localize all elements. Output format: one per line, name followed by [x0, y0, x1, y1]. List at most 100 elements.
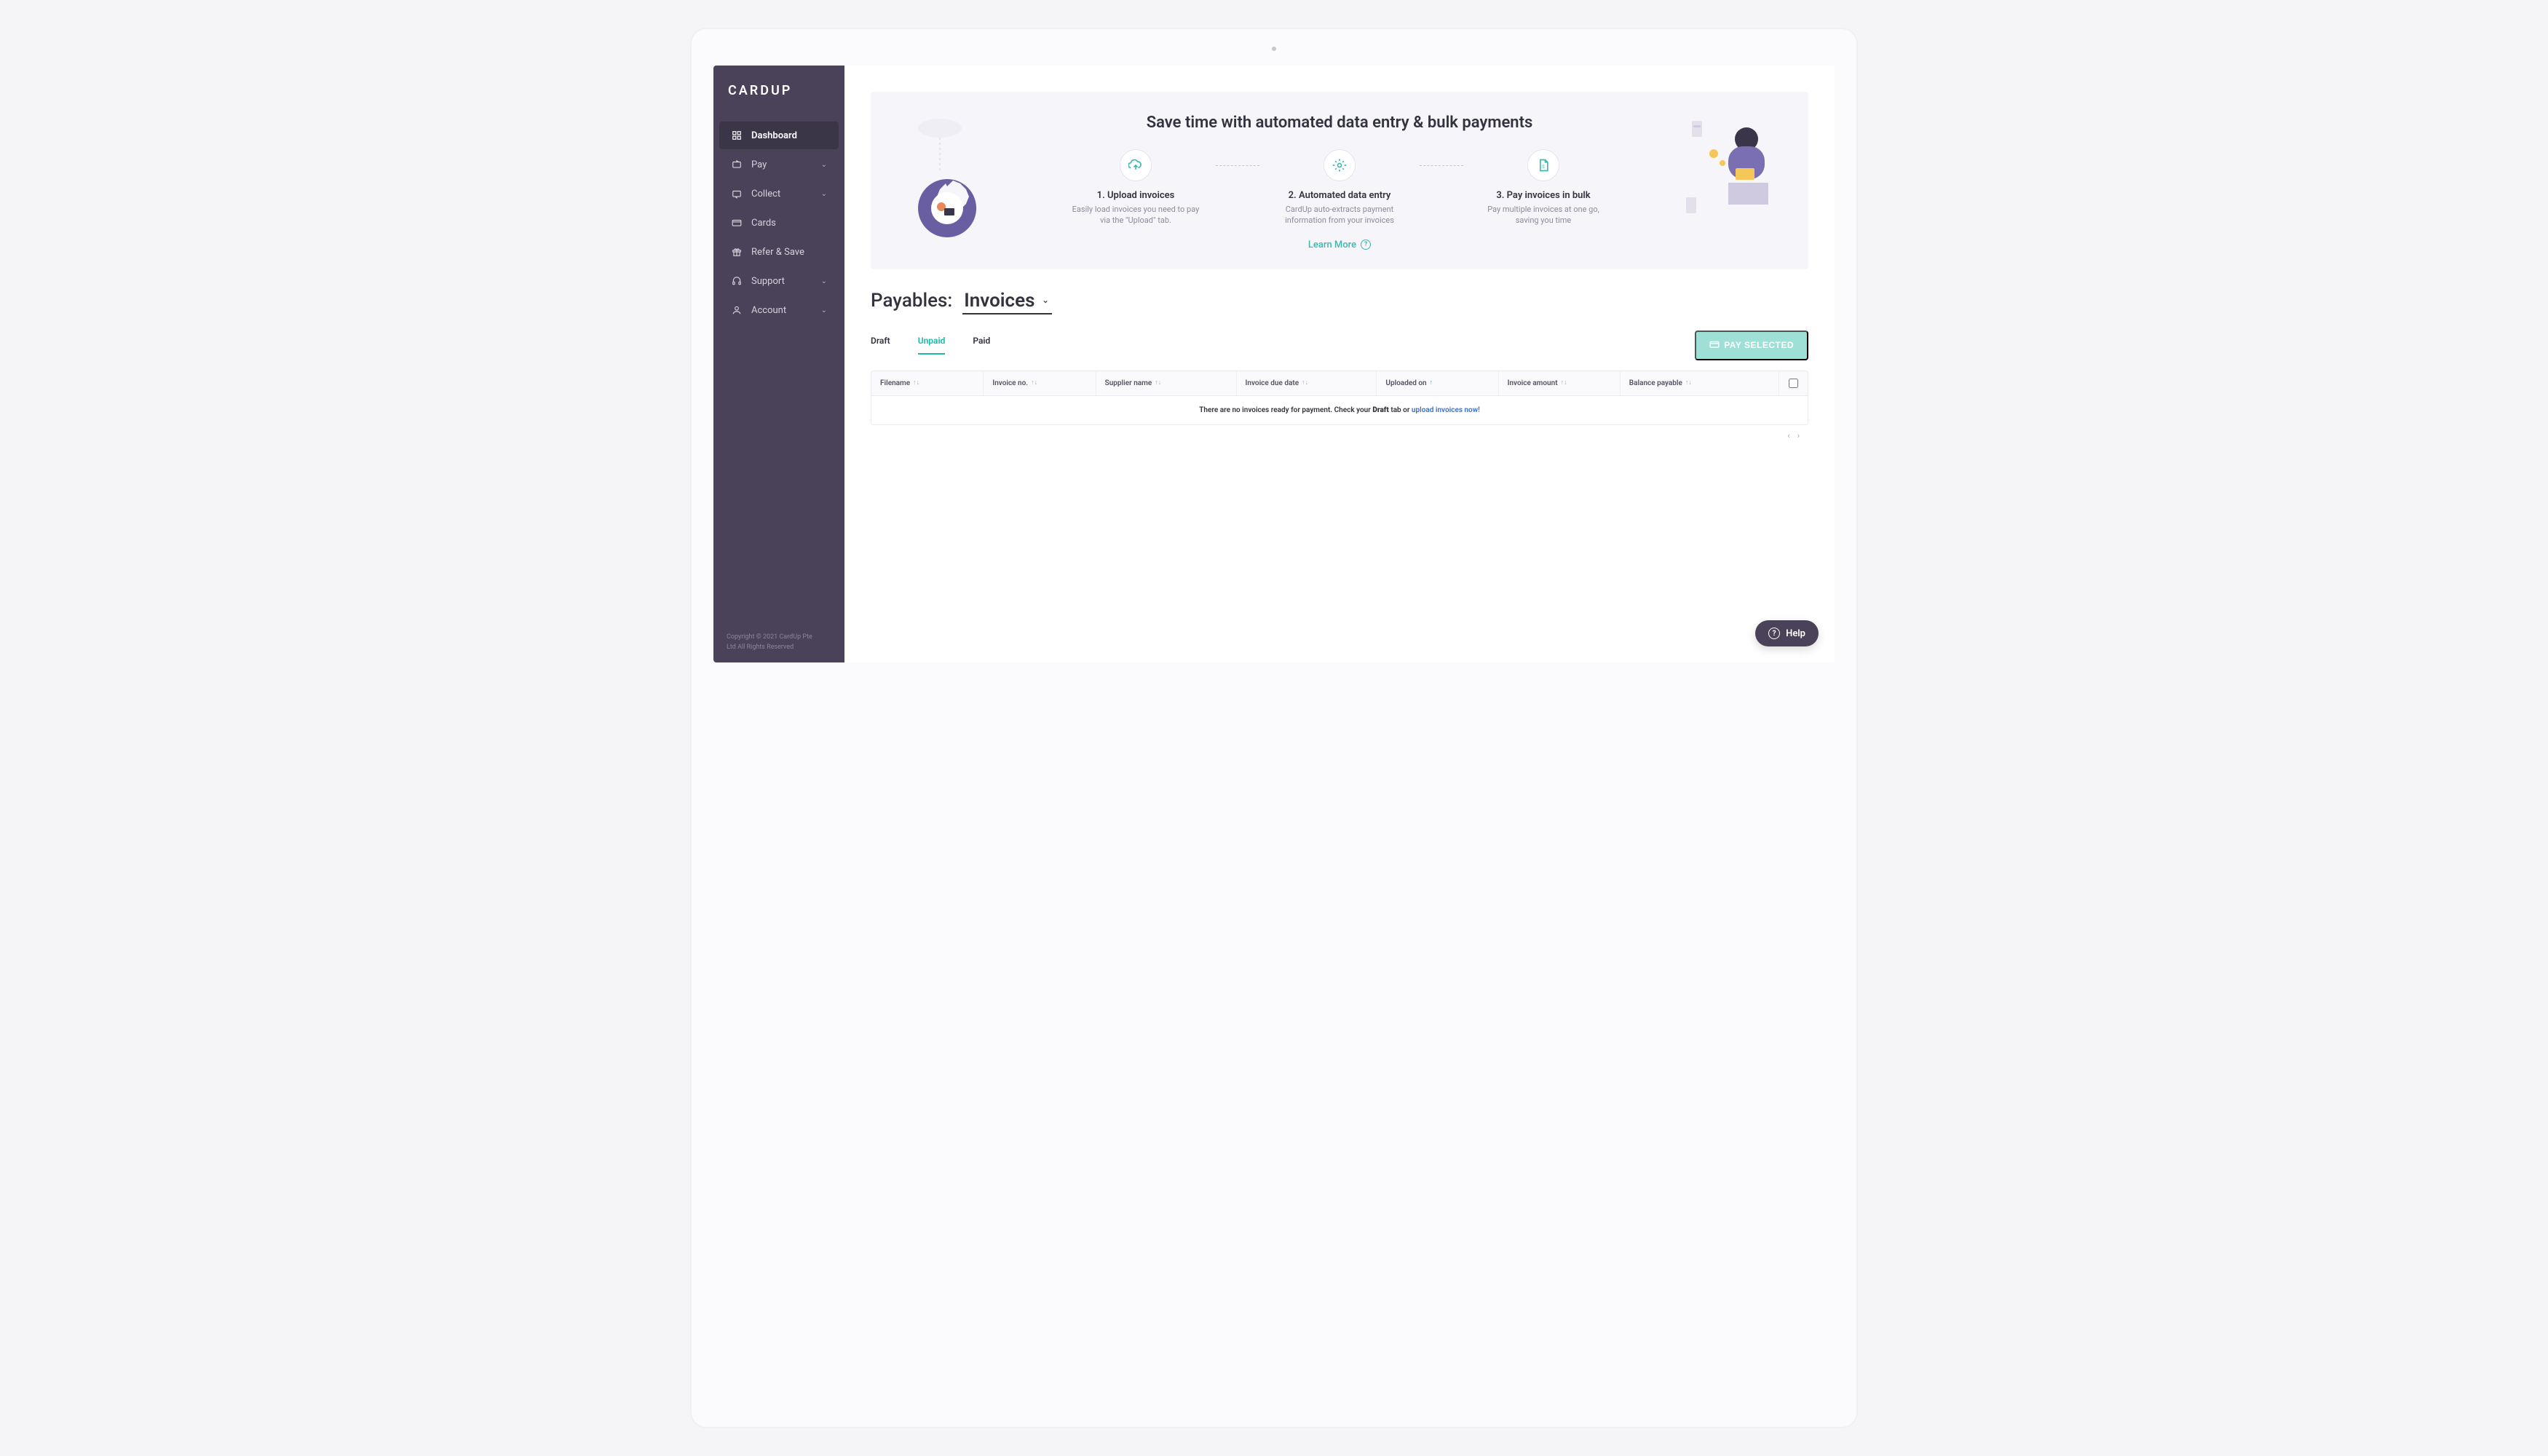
- help-button[interactable]: ? Help: [1755, 620, 1819, 646]
- pay-icon: [731, 159, 743, 170]
- step-connector: [1420, 165, 1463, 166]
- sort-icon: ↑↓: [1685, 380, 1692, 387]
- sidebar-item-label: Cards: [751, 218, 776, 229]
- hero-step-title: 1. Upload invoices: [1097, 190, 1175, 201]
- learn-more-label: Learn More: [1308, 240, 1356, 250]
- copyright-line1: Copyright © 2021 CardUp Pte: [727, 633, 831, 643]
- tab-paid[interactable]: Paid: [973, 336, 990, 355]
- tab-draft[interactable]: Draft: [871, 336, 890, 355]
- hero-step-1: 1. Upload invoices Easily load invoices …: [1056, 149, 1216, 226]
- chevron-down-icon: ⌄: [821, 277, 827, 285]
- sort-icon: ↑↓: [1302, 380, 1308, 387]
- sidebar-item-label: Collect: [751, 189, 780, 199]
- sidebar-item-collect[interactable]: Collect ⌄: [719, 180, 839, 207]
- cards-icon: [731, 217, 743, 229]
- collect-icon: [731, 188, 743, 199]
- sidebar-item-dashboard[interactable]: Dashboard: [719, 122, 839, 149]
- automation-icon: [1324, 149, 1356, 181]
- empty-text-mid: tab or: [1389, 406, 1412, 414]
- payables-header: Payables: Invoices ⌄: [871, 290, 1808, 314]
- chevron-down-icon: ⌄: [1042, 296, 1048, 305]
- invoice-bulk-icon: $: [1527, 149, 1559, 181]
- sidebar-item-refer[interactable]: Refer & Save: [719, 238, 839, 266]
- status-tabs: Draft Unpaid Paid: [871, 336, 990, 355]
- th-label: Invoice no.: [992, 379, 1028, 387]
- upload-icon: [1120, 149, 1152, 181]
- help-label: Help: [1786, 628, 1805, 639]
- hero-center: Save time with automated data entry & bu…: [994, 114, 1685, 250]
- learn-more-link[interactable]: Learn More ?: [1308, 240, 1371, 250]
- hero-title: Save time with automated data entry & bu…: [994, 114, 1685, 132]
- svg-text:$: $: [1542, 164, 1545, 170]
- empty-text-bold: Draft: [1372, 406, 1389, 414]
- hero-step-title: 2. Automated data entry: [1289, 190, 1391, 201]
- th-label: Supplier name: [1105, 379, 1152, 387]
- brand-logo: CARDUP: [713, 83, 844, 122]
- hero-banner: Save time with automated data entry & bu…: [871, 92, 1808, 269]
- th-invoice-due-date[interactable]: Invoice due date ↑↓: [1237, 371, 1377, 395]
- th-label: Balance payable: [1629, 379, 1682, 387]
- step-connector: [1216, 165, 1259, 166]
- hero-illustration-left: [900, 114, 994, 245]
- hero-step-desc: CardUp auto-extracts payment information…: [1274, 204, 1405, 226]
- th-supplier-name[interactable]: Supplier name ↑↓: [1096, 371, 1237, 395]
- sidebar-item-support[interactable]: Support ⌄: [719, 267, 839, 295]
- payables-type-select[interactable]: Invoices ⌄: [962, 290, 1051, 314]
- sidebar-item-label: Account: [751, 305, 786, 316]
- sidebar-item-label: Support: [751, 276, 785, 287]
- tabs-row: Draft Unpaid Paid PAY SELECTED: [871, 331, 1808, 360]
- upload-invoices-link[interactable]: upload invoices now!: [1412, 406, 1480, 414]
- pager-prev[interactable]: ‹: [1787, 431, 1789, 440]
- sidebar-nav: Dashboard Pay ⌄ Collect ⌄: [713, 122, 844, 633]
- th-label: Uploaded on: [1385, 379, 1426, 387]
- payables-selected-value: Invoices: [964, 290, 1034, 312]
- empty-text-prefix: There are no invoices ready for payment.…: [1199, 406, 1372, 414]
- question-circle-icon: ?: [1768, 628, 1780, 639]
- chevron-down-icon: ⌄: [821, 190, 827, 198]
- pagination: ‹ ›: [871, 425, 1808, 440]
- th-label: Filename: [880, 379, 910, 387]
- select-all-checkbox[interactable]: [1789, 379, 1798, 388]
- credit-card-icon: [1709, 339, 1720, 352]
- sidebar: CARDUP Dashboard Pay ⌄: [713, 66, 844, 662]
- sidebar-item-label: Refer & Save: [751, 247, 804, 258]
- sidebar-item-account[interactable]: Account ⌄: [719, 296, 839, 324]
- pager-next[interactable]: ›: [1797, 431, 1800, 440]
- account-icon: [731, 304, 743, 316]
- tab-unpaid[interactable]: Unpaid: [918, 336, 946, 355]
- sidebar-item-label: Pay: [751, 159, 767, 170]
- hero-step-desc: Pay multiple invoices at one go, saving …: [1478, 204, 1609, 226]
- hero-steps: 1. Upload invoices Easily load invoices …: [994, 149, 1685, 226]
- th-label: Invoice due date: [1246, 379, 1299, 387]
- sort-icon: ↑↓: [1155, 380, 1161, 387]
- hero-step-desc: Easily load invoices you need to pay via…: [1070, 204, 1201, 226]
- table-header-row: Filename ↑↓ Invoice no. ↑↓ Supplier name…: [871, 371, 1808, 395]
- sort-icon: ↑↓: [1031, 380, 1037, 387]
- hero-step-3: $ 3. Pay invoices in bulk Pay multiple i…: [1463, 149, 1623, 226]
- th-uploaded-on[interactable]: Uploaded on ↑: [1377, 371, 1498, 395]
- copyright-line2: Ltd All Rights Reserved: [727, 643, 831, 653]
- chevron-down-icon: ⌄: [821, 161, 827, 169]
- th-select-all[interactable]: [1779, 371, 1808, 395]
- empty-state-row: There are no invoices ready for payment.…: [871, 395, 1808, 424]
- sort-icon: ↑↓: [1561, 380, 1567, 387]
- sidebar-item-pay[interactable]: Pay ⌄: [719, 151, 839, 178]
- sort-icon: ↑↓: [913, 380, 919, 387]
- hero-step-2: 2. Automated data entry CardUp auto-extr…: [1259, 149, 1420, 226]
- th-balance-payable[interactable]: Balance payable ↑↓: [1621, 371, 1780, 395]
- sidebar-item-cards[interactable]: Cards: [719, 209, 839, 237]
- sidebar-footer: Copyright © 2021 CardUp Pte Ltd All Righ…: [713, 633, 844, 652]
- th-invoice-amount[interactable]: Invoice amount ↑↓: [1499, 371, 1621, 395]
- sidebar-item-label: Dashboard: [751, 130, 797, 141]
- gift-icon: [731, 246, 743, 258]
- hero-illustration-right: [1685, 114, 1779, 223]
- main-content: Save time with automated data entry & bu…: [844, 66, 1835, 662]
- th-label: Invoice amount: [1508, 379, 1558, 387]
- th-invoice-no[interactable]: Invoice no. ↑↓: [984, 371, 1096, 395]
- support-icon: [731, 275, 743, 287]
- dashboard-icon: [731, 130, 743, 141]
- th-filename[interactable]: Filename ↑↓: [871, 371, 984, 395]
- pay-selected-button[interactable]: PAY SELECTED: [1695, 331, 1808, 360]
- hero-step-title: 3. Pay invoices in bulk: [1496, 190, 1590, 201]
- pay-selected-label: PAY SELECTED: [1724, 340, 1794, 350]
